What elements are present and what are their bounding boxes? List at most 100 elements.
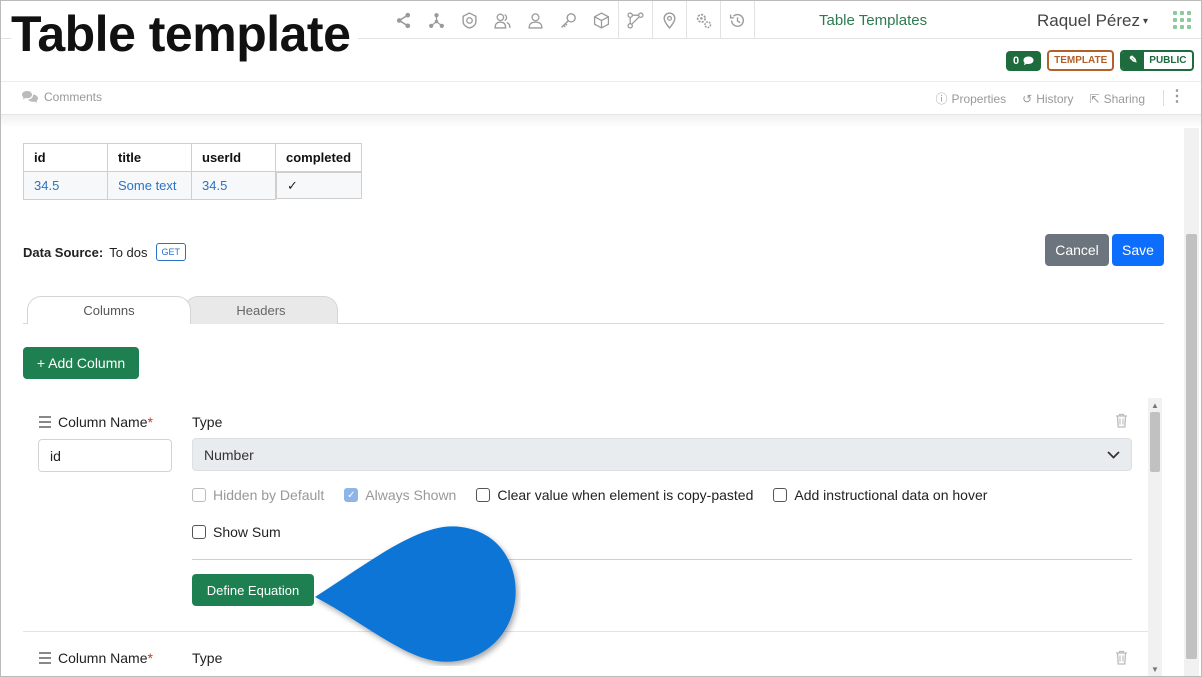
workflow-icon[interactable]: [619, 1, 652, 39]
scroll-down-icon[interactable]: ▼: [1151, 665, 1159, 674]
type-value: Number: [204, 446, 254, 463]
properties-label: Properties: [951, 91, 1007, 106]
instructional-data-checkbox[interactable]: Add instructional data on hover: [773, 487, 987, 503]
history-icon: ↺: [1022, 91, 1033, 106]
table-cell: 34.5: [191, 171, 276, 200]
history-icon[interactable]: [721, 1, 754, 39]
comment-count: 0: [1013, 54, 1020, 67]
define-equation-button[interactable]: Define Equation: [192, 574, 314, 606]
option-label: Clear value when element is copy-pasted: [497, 487, 754, 503]
chevron-down-icon: [1107, 450, 1120, 459]
toolbar-icons: [387, 1, 755, 39]
column-options: Hidden by Default ✓ Always Shown Clear va…: [192, 487, 987, 503]
more-options-icon[interactable]: ⋮: [1169, 89, 1185, 105]
checkbox[interactable]: [192, 488, 206, 502]
cube-icon[interactable]: [585, 1, 618, 39]
checkmark-icon: ✓: [276, 172, 362, 199]
location-pin-icon[interactable]: [653, 1, 686, 39]
pencil-icon: ✎: [1122, 52, 1145, 69]
speech-bubble-icon: [1023, 56, 1034, 65]
column-name-input[interactable]: id: [38, 439, 172, 472]
properties-button[interactable]: ⓘ Properties: [935, 90, 1006, 107]
breadcrumb[interactable]: Table Templates: [819, 12, 927, 29]
key-icon[interactable]: [552, 1, 585, 39]
table-row: 34.5 Some text 34.5 ✓: [23, 171, 362, 200]
checkbox[interactable]: [476, 488, 491, 502]
status-badges: 0 TEMPLATE ✎ PUBLIC: [1006, 50, 1194, 71]
settings-gears-icon[interactable]: [687, 1, 720, 39]
drag-handle-icon[interactable]: [39, 416, 51, 428]
column-name-text: Column Name: [58, 414, 148, 430]
table-cell: Some text: [107, 171, 192, 200]
checkbox[interactable]: [773, 488, 788, 502]
column-header: id: [23, 143, 108, 172]
share-icon[interactable]: [387, 1, 420, 39]
user-icon[interactable]: [519, 1, 552, 39]
toolbar-divider: [754, 1, 755, 39]
type-label: Type: [192, 414, 223, 430]
column-name-text: Column Name: [58, 650, 148, 666]
content-top-shadow: [1, 114, 1201, 128]
table-header-row: id title userId completed: [23, 143, 363, 172]
data-source: Data Source: To dos GET: [23, 243, 187, 261]
column-header: userId: [191, 143, 276, 172]
scrollbar-thumb[interactable]: [1150, 412, 1160, 472]
history-button[interactable]: ↺ History: [1022, 90, 1073, 107]
required-mark: *: [147, 650, 153, 666]
info-icon: ⓘ: [935, 92, 948, 106]
column-header: completed: [274, 143, 363, 172]
drag-handle-icon[interactable]: [39, 652, 51, 664]
scroll-up-icon[interactable]: ▲: [1151, 401, 1159, 410]
network-icon[interactable]: [420, 1, 453, 39]
app-grid-icon[interactable]: [1173, 11, 1191, 29]
trash-icon[interactable]: [1115, 650, 1128, 668]
required-mark: *: [147, 414, 153, 430]
user-menu[interactable]: Raquel Pérez ▾: [1037, 11, 1148, 31]
comments-toggle[interactable]: Comments: [21, 90, 102, 104]
trash-icon[interactable]: [1115, 413, 1128, 431]
shield-icon[interactable]: [453, 1, 486, 39]
tab-headers[interactable]: Headers: [184, 296, 338, 324]
always-shown-checkbox[interactable]: ✓ Always Shown: [344, 487, 456, 503]
column-name-label: Column Name*: [39, 650, 153, 666]
sharing-button[interactable]: ⇱ Sharing: [1090, 90, 1145, 107]
preview-table: id title userId completed 34.5 Some text…: [23, 143, 363, 200]
option-label: Add instructional data on hover: [794, 487, 988, 503]
type-label: Type: [192, 650, 223, 666]
history-label: History: [1036, 91, 1074, 106]
tab-columns[interactable]: Columns: [27, 296, 191, 324]
save-button[interactable]: Save: [1112, 234, 1164, 266]
cancel-button[interactable]: Cancel: [1045, 234, 1109, 266]
show-sum-checkbox[interactable]: Show Sum: [192, 524, 281, 540]
public-label: PUBLIC: [1149, 55, 1187, 66]
public-badge[interactable]: ✎ PUBLIC: [1120, 50, 1194, 71]
type-select[interactable]: Number: [192, 438, 1132, 471]
add-column-button[interactable]: + Add Column: [23, 347, 139, 379]
sub-toolbar: Comments ⓘ Properties ↺ History ⇱ Sharing ⋮: [1, 82, 1201, 114]
callout-pointer: [315, 526, 516, 662]
users-icon[interactable]: [486, 1, 519, 39]
column-header: title: [107, 143, 192, 172]
comments-label: Comments: [44, 90, 103, 104]
sub-actions: ⓘ Properties ↺ History ⇱ Sharing: [935, 90, 1145, 107]
sharing-label: Sharing: [1103, 91, 1145, 106]
overlay-title: Table template: [11, 9, 359, 59]
caret-down-icon: ▾: [1143, 16, 1149, 28]
page-scrollbar[interactable]: [1184, 128, 1199, 676]
data-source-value: To dos: [109, 244, 148, 260]
table-cell: 34.5: [23, 171, 108, 200]
hidden-by-default-checkbox[interactable]: Hidden by Default: [192, 487, 324, 503]
comments-icon: [22, 91, 38, 103]
option-label: Always Shown: [365, 487, 457, 503]
panel-scrollbar[interactable]: ▲ ▼: [1148, 398, 1162, 676]
option-label: Show Sum: [213, 524, 281, 540]
option-label: Hidden by Default: [213, 487, 325, 503]
comment-count-badge[interactable]: 0: [1006, 50, 1042, 71]
user-name: Raquel Pérez: [1037, 11, 1141, 30]
checkbox-checked[interactable]: ✓: [344, 488, 359, 502]
scrollbar-thumb[interactable]: [1186, 234, 1197, 659]
clear-value-checkbox[interactable]: Clear value when element is copy-pasted: [476, 487, 753, 503]
template-badge: TEMPLATE: [1047, 50, 1115, 71]
checkbox[interactable]: [192, 525, 206, 539]
data-source-label: Data Source:: [23, 244, 104, 260]
